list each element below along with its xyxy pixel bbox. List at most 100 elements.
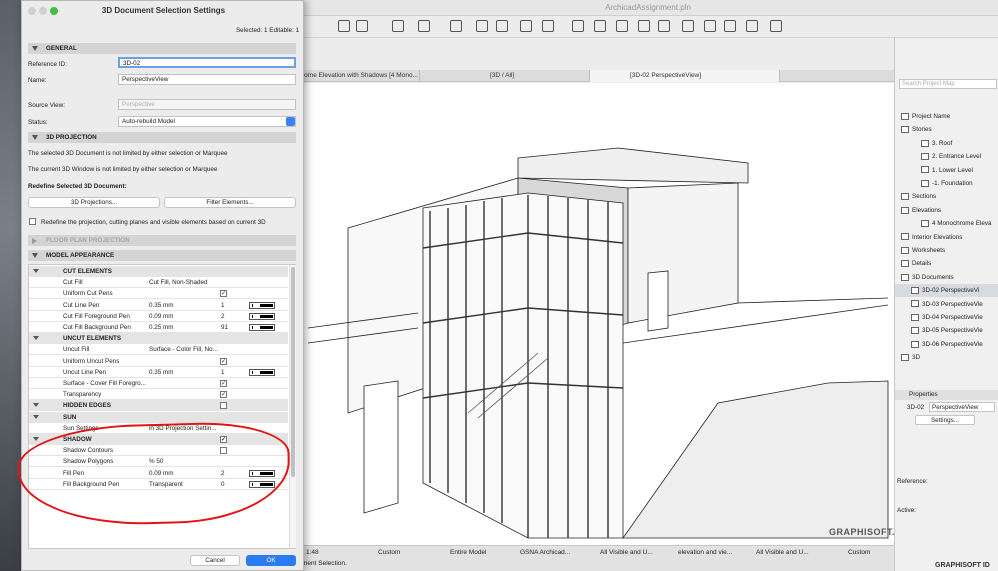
navigator-item[interactable]: 3D-02 PerspectiveVi bbox=[895, 284, 998, 298]
navigator-search[interactable]: Search Project Map bbox=[899, 79, 997, 89]
navigator-item[interactable]: 3D Documents bbox=[895, 271, 998, 284]
table-row[interactable]: Transparency ✓ bbox=[29, 389, 288, 401]
scale-value[interactable]: 1:48 bbox=[306, 549, 319, 556]
redefine-checkbox[interactable] bbox=[29, 218, 36, 225]
toolbar-tools3-icon[interactable] bbox=[616, 20, 628, 32]
row-checkbox[interactable]: ✓ bbox=[220, 290, 227, 298]
navigator-item[interactable]: 3D-04 PerspectiveVie bbox=[895, 311, 998, 324]
navigator-item[interactable]: Stories bbox=[895, 123, 998, 136]
navigator-item[interactable]: 3D-05 PerspectiveVie bbox=[895, 324, 998, 337]
toolbar-snap-icon[interactable] bbox=[356, 20, 368, 32]
chevron-down-icon[interactable] bbox=[33, 269, 39, 273]
toolbar-tools9-icon[interactable] bbox=[770, 20, 782, 32]
toolbar-marquee-icon[interactable] bbox=[476, 20, 488, 32]
model-dropdown[interactable]: Entire Model bbox=[450, 549, 487, 556]
graphisoft-id[interactable]: GRAPHISOFT ID bbox=[935, 562, 990, 569]
navigator-item[interactable]: 3D-03 PerspectiveVie bbox=[895, 298, 998, 311]
tab-3d-all[interactable]: [3D / All] bbox=[420, 70, 590, 82]
chevron-down-icon[interactable] bbox=[33, 336, 39, 341]
navigator-item[interactable]: 1. Lower Level bbox=[895, 164, 998, 177]
row-checkbox[interactable]: ✓ bbox=[220, 380, 227, 387]
toolbar-tools-icon[interactable] bbox=[572, 20, 584, 32]
chevron-down-icon[interactable] bbox=[33, 403, 39, 408]
toolbar-tools5-icon[interactable] bbox=[658, 20, 670, 32]
pen-swatch-icon[interactable] bbox=[249, 368, 275, 376]
row-checkbox[interactable] bbox=[220, 402, 227, 410]
navigator-item[interactable]: -1. Foundation bbox=[895, 177, 998, 190]
status-select[interactable]: Auto-rebuild Model bbox=[118, 116, 296, 127]
navigator-item[interactable]: 3D-06 PerspectiveVie bbox=[895, 338, 998, 351]
table-row[interactable]: Cut Fill Cut Fill, Non-Shaded bbox=[29, 277, 288, 289]
toolbar-tools7-icon[interactable] bbox=[704, 20, 716, 32]
row-checkbox[interactable]: ✓ bbox=[220, 357, 227, 365]
toolbar-tools4-icon[interactable] bbox=[638, 20, 650, 32]
row-pen-number[interactable]: 1 bbox=[221, 300, 225, 311]
ref-id-input[interactable]: 3D-02 bbox=[118, 57, 296, 68]
toolbar-tools2-icon[interactable] bbox=[594, 20, 606, 32]
table-row[interactable]: Uncut Line Pen 0.35 mm 1 bbox=[29, 367, 288, 378]
table-row[interactable]: CUT ELEMENTS bbox=[29, 266, 288, 277]
toolbar-view-icon[interactable] bbox=[520, 20, 532, 32]
toolbar-select-icon[interactable] bbox=[450, 20, 462, 32]
table-row[interactable]: SUN bbox=[29, 411, 288, 423]
navigator-item[interactable]: 3D bbox=[895, 351, 998, 364]
table-row[interactable]: Uncut Fill Surface - Color Fill, No... bbox=[29, 344, 288, 356]
custom-dropdown[interactable]: Custom bbox=[378, 549, 400, 556]
ok-button[interactable]: OK bbox=[246, 555, 296, 566]
table-row[interactable]: Cut Line Pen 0.35 mm 1 bbox=[29, 300, 288, 311]
row-pen-number[interactable]: 91 bbox=[221, 322, 228, 333]
3d-viewport[interactable] bbox=[298, 83, 894, 545]
row-value[interactable]: Cut Fill, Non-Shaded bbox=[149, 277, 233, 288]
toolbar-layer-icon[interactable] bbox=[418, 20, 430, 32]
filter-elements-button[interactable]: Filter Elements... bbox=[164, 197, 296, 208]
3d-projections-button[interactable]: 3D Projections... bbox=[28, 197, 160, 208]
navigator-item[interactable]: 4 Monochrome Eleva bbox=[895, 217, 998, 230]
navigator-item[interactable]: Interior Elevations bbox=[895, 231, 998, 244]
scrollbar[interactable] bbox=[289, 265, 296, 548]
navigator-item[interactable]: Elevations bbox=[895, 204, 998, 217]
section-floor-plan[interactable]: FLOOR PLAN PROJECTION bbox=[28, 235, 296, 246]
gsna-dropdown[interactable]: GSNA Archicad... bbox=[520, 549, 570, 556]
visible2-dropdown[interactable]: All Visible and U... bbox=[756, 549, 809, 556]
navigator-item[interactable]: Worksheets bbox=[895, 244, 998, 257]
tab-3d-perspective[interactable]: [3D-02 PerspectiveView] bbox=[590, 70, 780, 82]
table-row[interactable]: Surface - Cover Fill Foregro... ✓ bbox=[29, 378, 288, 389]
section-3d-projection[interactable]: 3D PROJECTION bbox=[28, 132, 296, 143]
table-row[interactable]: Cut Fill Background Pen 0.25 mm 91 bbox=[29, 322, 288, 333]
table-row[interactable]: HIDDEN EDGES bbox=[29, 400, 288, 412]
toolbar-lock-icon[interactable] bbox=[392, 20, 404, 32]
visible-dropdown[interactable]: All Visible and U... bbox=[600, 549, 653, 556]
table-row[interactable]: UNCUT ELEMENTS bbox=[29, 333, 288, 345]
navigator-item[interactable]: Project Name bbox=[895, 110, 998, 123]
name-input[interactable]: PerspectiveView bbox=[118, 74, 296, 85]
navigator-item[interactable]: 2. Entrance Level bbox=[895, 150, 998, 163]
chevron-down-icon[interactable] bbox=[33, 437, 39, 441]
toolbar-render-icon[interactable] bbox=[542, 20, 554, 32]
pen-swatch-icon[interactable] bbox=[249, 312, 275, 320]
row-pen-number[interactable]: 2 bbox=[221, 311, 225, 322]
toolbar-trim-icon[interactable] bbox=[496, 20, 508, 32]
row-value[interactable]: Surface - Color Fill, No... bbox=[149, 344, 233, 355]
section-general[interactable]: GENERAL bbox=[28, 43, 296, 54]
table-row[interactable]: Uniform Uncut Pens ✓ bbox=[29, 356, 288, 367]
table-row[interactable]: Cut Fill Foreground Pen 0.09 mm 2 bbox=[29, 311, 288, 322]
flag-icon[interactable] bbox=[724, 20, 736, 32]
cancel-button[interactable]: Cancel bbox=[190, 555, 240, 566]
navigator-item[interactable]: Sections bbox=[895, 190, 998, 203]
settings-button[interactable]: Settings... bbox=[915, 415, 975, 425]
toolbar-grid-icon[interactable] bbox=[338, 20, 350, 32]
select-arrows-icon[interactable] bbox=[286, 117, 295, 126]
scrollbar-thumb[interactable] bbox=[291, 267, 295, 477]
pen-swatch-icon[interactable] bbox=[249, 324, 275, 331]
navigator-item[interactable]: Details bbox=[895, 257, 998, 270]
row-checkbox[interactable]: ✓ bbox=[220, 391, 227, 399]
navigator-item[interactable]: 3. Roof bbox=[895, 137, 998, 150]
row-pen-number[interactable]: 1 bbox=[221, 367, 225, 378]
toolbar-tools8-icon[interactable] bbox=[746, 20, 758, 32]
custom2-dropdown[interactable]: Custom bbox=[848, 549, 870, 556]
elevation-dropdown[interactable]: elevation and vie... bbox=[678, 549, 732, 556]
table-row[interactable]: Uniform Cut Pens ✓ bbox=[29, 288, 288, 300]
toolbar-tools6-icon[interactable] bbox=[682, 20, 694, 32]
chevron-down-icon[interactable] bbox=[33, 414, 39, 419]
tab-elevation[interactable]: rome Elevation with Shadows [4 Mono... bbox=[298, 70, 420, 82]
